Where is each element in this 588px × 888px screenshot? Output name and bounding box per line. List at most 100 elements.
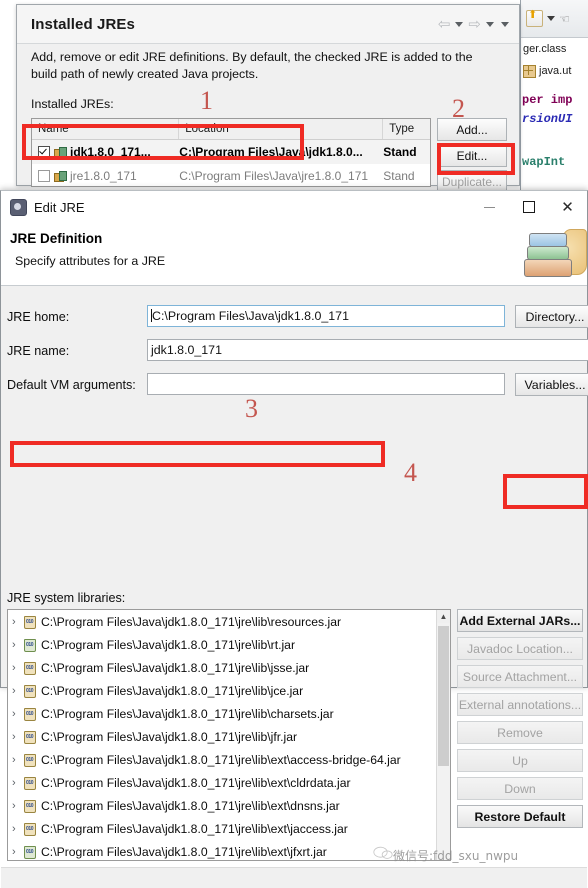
library-path: C:\Program Files\Java\jdk1.8.0_171\jre\l… (41, 775, 351, 790)
jre-home-input[interactable]: C:\Program Files\Java\jdk1.8.0_171 (147, 305, 505, 327)
library-path: C:\Program Files\Java\jdk1.8.0_171\jre\l… (41, 614, 342, 629)
directory-button[interactable]: Directory... (515, 305, 588, 328)
column-header-type[interactable]: Type (383, 119, 430, 139)
chevron-right-icon[interactable]: › (12, 662, 23, 674)
library-row[interactable]: › 010 C:\Program Files\Java\jdk1.8.0_171\j… (8, 725, 438, 748)
jar-source-icon: 010 (23, 638, 36, 652)
close-button[interactable]: ✕ (548, 191, 587, 223)
up-arrow-icon[interactable] (526, 8, 543, 27)
minimize-button[interactable] (470, 191, 509, 223)
library-row[interactable]: › 010 C:\Program Files\Java\jdk1.8.0_171\j… (8, 702, 438, 725)
source-attachment-button[interactable]: Source Attachment... (457, 665, 583, 688)
table-header-row: Name Location Type (32, 119, 430, 140)
chevron-right-icon[interactable]: › (12, 846, 23, 858)
javadoc-location-button[interactable]: Javadoc Location... (457, 637, 583, 660)
installed-jres-table[interactable]: Name Location Type jdk1.8.0_171... C:\Pr… (31, 118, 431, 187)
preference-page-header: Installed JREs ⇦ ⇨ (17, 5, 519, 44)
jre-name-input[interactable]: jdk1.8.0_171 (147, 339, 588, 361)
installed-jres-label: Installed JREs: (31, 97, 114, 111)
external-annotations-button[interactable]: External annotations... (457, 693, 583, 716)
add-external-jars-button[interactable]: Add External JARs... (457, 609, 583, 632)
dropdown-caret-icon[interactable] (547, 16, 555, 21)
scroll-up-icon[interactable]: ▲ (437, 610, 450, 623)
scrollbar-thumb[interactable] (438, 626, 449, 766)
dialog-title-bar[interactable]: Edit JRE ✕ (1, 191, 587, 223)
back-hand-icon[interactable]: ☜ (559, 12, 570, 26)
library-row[interactable]: › 010 C:\Program Files\Java\jdk1.8.0_171\j… (8, 656, 438, 679)
library-row[interactable]: › 010 C:\Program Files\Java\jdk1.8.0_171\j… (8, 748, 438, 771)
editor-toolbar: ☜ (521, 0, 588, 38)
library-path: C:\Program Files\Java\jdk1.8.0_171\jre\l… (41, 637, 296, 652)
jre-home-value: C:\Program Files\Java\jdk1.8.0_171 (152, 309, 349, 323)
library-row[interactable]: › 010 C:\Program Files\Java\jdk1.8.0_171\j… (8, 817, 438, 840)
library-rows: › 010 C:\Program Files\Java\jdk1.8.0_171\j… (8, 610, 438, 860)
wechat-logo-icon (373, 845, 393, 861)
editor-tab-label[interactable]: ger.class (521, 38, 588, 60)
dialog-title: Edit JRE (34, 199, 85, 215)
forward-arrow-icon[interactable]: ⇨ (468, 17, 481, 32)
view-menu-caret-icon[interactable] (501, 21, 509, 27)
restore-default-button[interactable]: Restore Default (457, 805, 583, 828)
edit-jre-button[interactable]: Edit... (437, 144, 507, 167)
cell-name: jdk1.8.0_171... (32, 145, 179, 159)
remove-button[interactable]: Remove (457, 721, 583, 744)
chevron-right-icon[interactable]: › (12, 685, 23, 697)
installed-jres-button-column: Add... Edit... Duplicate... (437, 118, 507, 196)
down-button[interactable]: Down (457, 777, 583, 800)
library-path: C:\Program Files\Java\jdk1.8.0_171\jre\l… (41, 660, 310, 675)
default-vm-arguments-input[interactable] (147, 373, 505, 395)
jar-icon: 010 (23, 776, 36, 790)
chevron-right-icon[interactable]: › (12, 823, 23, 835)
editor-import-label: java.ut (539, 65, 572, 77)
maximize-button[interactable] (509, 191, 548, 223)
library-path: C:\Program Files\Java\jdk1.8.0_171\jre\l… (41, 798, 340, 813)
jre-name-text: jdk1.8.0_171... (70, 145, 151, 159)
jar-icon: 010 (23, 661, 36, 675)
code-line-3: wapInt (522, 155, 566, 169)
forward-history-caret-icon[interactable] (486, 21, 494, 27)
jre-system-libraries-tree[interactable]: › 010 C:\Program Files\Java\jdk1.8.0_171\j… (7, 609, 451, 861)
editor-import-row: java.ut (521, 60, 588, 82)
library-path: C:\Program Files\Java\jdk1.8.0_171\jre\l… (41, 706, 334, 721)
column-header-location[interactable]: Location (179, 119, 384, 139)
library-action-buttons: Add External JARs... Javadoc Location... S… (457, 609, 588, 833)
up-button[interactable]: Up (457, 749, 583, 772)
chevron-right-icon[interactable]: › (12, 639, 23, 651)
default-vm-arguments-label: Default VM arguments: (7, 378, 136, 392)
watermark-text: 微信号:fdd_sxu_nwpu (393, 849, 519, 863)
dialog-banner: JRE Definition Specify attributes for a … (1, 223, 587, 286)
library-path: C:\Program Files\Java\jdk1.8.0_171\jre\l… (41, 729, 298, 744)
jar-source-icon: 010 (23, 845, 36, 859)
eclipse-editor-strip: ☜ ger.class java.ut per imp rsionUI wapI… (520, 0, 588, 190)
cell-name: jre1.8.0_171 (32, 169, 179, 183)
book-orange (524, 259, 572, 277)
package-icon (523, 64, 536, 78)
variables-button[interactable]: Variables... (515, 373, 588, 396)
chevron-right-icon[interactable]: › (12, 777, 23, 789)
library-row[interactable]: › 010 C:\Program Files\Java\jdk1.8.0_171\j… (8, 679, 438, 702)
table-row[interactable]: jre1.8.0_171 C:\Program Files\Java\jre1.… (32, 164, 430, 186)
chevron-right-icon[interactable]: › (12, 731, 23, 743)
library-row[interactable]: › 010 C:\Program Files\Java\jdk1.8.0_171\j… (8, 610, 438, 633)
jre-system-libraries-label: JRE system libraries: (7, 591, 126, 605)
library-row[interactable]: › 010 C:\Program Files\Java\jdk1.8.0_171\j… (8, 794, 438, 817)
library-row[interactable]: › 010 C:\Program Files\Java\jdk1.8.0_171\j… (8, 633, 438, 656)
row-checkbox[interactable] (38, 170, 50, 182)
chevron-right-icon[interactable]: › (12, 800, 23, 812)
jar-icon: 010 (23, 730, 36, 744)
books-stack-icon (519, 227, 587, 283)
add-jre-button[interactable]: Add... (437, 118, 507, 141)
dialog-heading: JRE Definition (10, 231, 103, 246)
chevron-right-icon[interactable]: › (12, 616, 23, 628)
back-history-caret-icon[interactable] (455, 21, 464, 27)
row-checkbox[interactable] (38, 146, 50, 158)
chevron-right-icon[interactable]: › (12, 708, 23, 720)
jar-icon: 010 (23, 615, 36, 629)
jre-home-row: JRE home: C:\Program Files\Java\jdk1.8.0… (1, 305, 588, 329)
libraries-scrollbar[interactable]: ▲ (436, 610, 450, 860)
column-header-name[interactable]: Name (32, 119, 180, 139)
back-arrow-icon[interactable]: ⇦ (438, 17, 451, 32)
library-row[interactable]: › 010 C:\Program Files\Java\jdk1.8.0_171\j… (8, 771, 438, 794)
chevron-right-icon[interactable]: › (12, 754, 23, 766)
table-row[interactable]: jdk1.8.0_171... C:\Program Files\Java\jd… (32, 140, 430, 164)
